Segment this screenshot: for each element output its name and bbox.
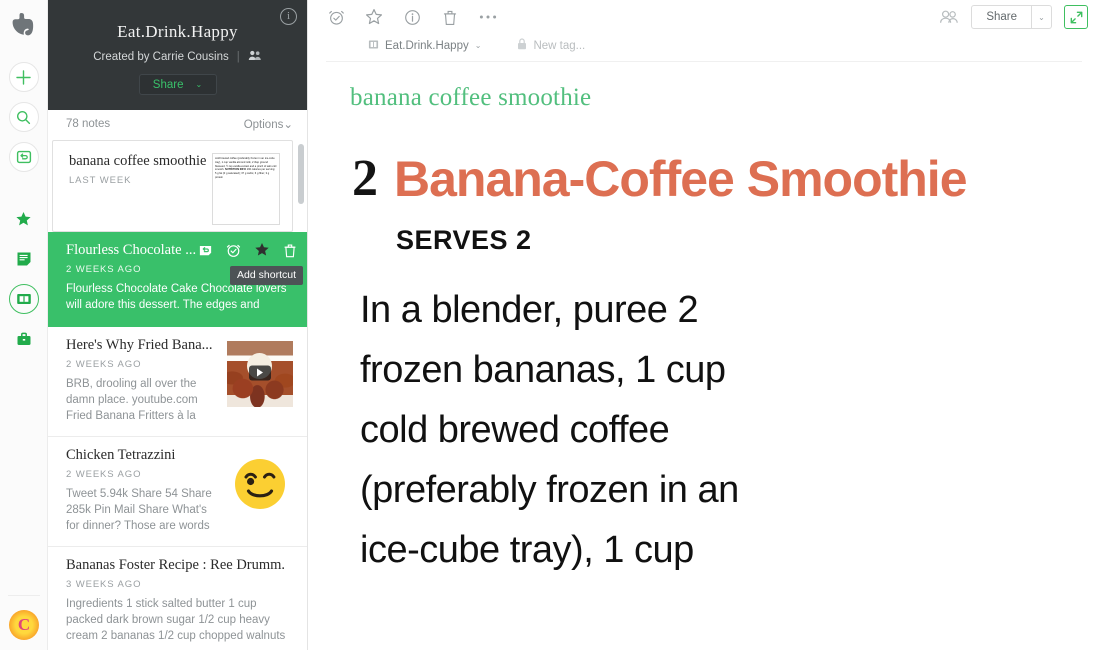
add-shortcut-tooltip: Add shortcut (230, 266, 303, 285)
note-thumbnail-scan: cold brewed coffee (preferably frozen in… (212, 153, 280, 225)
thumb-scan-bold: NUTRITION INFO (224, 168, 247, 172)
play-button-icon (249, 365, 271, 381)
notebook-created-by: Created by Carrie Cousins (93, 51, 229, 63)
note-meta-row: Eat.Drink.Happy ⌄ New tag... (326, 34, 1082, 62)
note-list-toolbar: 78 notes Options⌄ (48, 110, 307, 138)
subtitle-divider: | (236, 51, 240, 63)
recipe-serves: SERVES 2 (396, 225, 532, 255)
note-info-button[interactable] (402, 7, 422, 27)
briefcase-icon (17, 332, 30, 345)
trash-icon[interactable] (283, 243, 297, 258)
list-options-button[interactable]: Options⌄ (244, 117, 293, 131)
list-item[interactable]: Chicken Tetrazzini 2 WEEKS AGO Tweet 5.9… (48, 437, 307, 547)
notebook-subtitle: Created by Carrie Cousins | (48, 50, 307, 64)
avatar[interactable]: C (9, 610, 39, 640)
list-options-label: Options (243, 119, 284, 131)
chevron-down-icon: ⌄ (474, 41, 482, 50)
note-snippet: Ingredients 1 stick salted butter 1 cup … (66, 598, 286, 642)
more-options-button[interactable] (478, 7, 498, 27)
reminder-button[interactable] (326, 7, 346, 27)
share-icon[interactable] (198, 243, 213, 258)
scanned-recipe-image: 2 Banana-Coffee Smoothie SERVES 2 In a b… (308, 150, 1100, 580)
star-icon (16, 211, 31, 225)
tag-placeholder-label: New tag... (533, 39, 586, 52)
sidebar-item-shortcuts[interactable] (9, 204, 39, 234)
left-navigation-rail: C (0, 0, 48, 650)
note-date: 3 WEEKS AGO (66, 579, 142, 590)
people-icon[interactable] (248, 50, 262, 64)
food-photo (227, 341, 293, 407)
list-item-selected[interactable]: Flourless Chocolate ... 2 WEEKS AGO Flou… (48, 232, 307, 327)
note-editor-panel: Share ⌄ Eat.Drink.Happy ⌄ New tag... ban… (308, 0, 1100, 650)
note-snippet: Flourless Chocolate Cake Chocolate lover… (66, 283, 287, 311)
people-icon[interactable] (939, 7, 959, 27)
note-title: Bananas Foster Recipe : Ree Drumm. (66, 557, 286, 573)
recipe-headline: 2 Banana-Coffee Smoothie (352, 150, 1100, 207)
favorite-button[interactable] (364, 7, 384, 27)
add-tag-field[interactable]: New tag... (517, 38, 585, 53)
info-icon[interactable]: i (280, 8, 297, 25)
notebook-icon (16, 294, 31, 304)
list-item[interactable]: banana coffee smoothie LAST WEEK cold br… (52, 140, 293, 232)
plus-icon (16, 69, 31, 85)
search-button[interactable] (8, 102, 39, 132)
sidebar-item-work-chat[interactable] (9, 324, 39, 354)
notebook-title: Eat.Drink.Happy (117, 22, 238, 41)
search-icon (17, 110, 31, 124)
note-count-label: 78 notes (66, 118, 111, 130)
note-list[interactable]: banana coffee smoothie LAST WEEK cold br… (48, 138, 307, 650)
note-list-column: i Eat.Drink.Happy Created by Carrie Cous… (48, 0, 308, 650)
alarm-icon[interactable] (226, 243, 241, 258)
sync-button[interactable] (8, 142, 39, 172)
chevron-down-icon[interactable]: ⌄ (195, 80, 202, 89)
note-hover-actions (198, 242, 297, 258)
note-thumbnail-emoji (227, 451, 293, 517)
evernote-app-window: C i Eat.Drink.Happy Created by Carrie Co… (0, 0, 1100, 650)
list-item[interactable]: Bananas Foster Recipe : Ree Drumm. 3 WEE… (48, 547, 307, 650)
notebook-icon (368, 39, 379, 53)
star-filled-icon[interactable] (254, 242, 270, 258)
rail-divider (8, 595, 40, 596)
delete-button[interactable] (440, 7, 460, 27)
notebook-selector[interactable]: Eat.Drink.Happy ⌄ (368, 39, 481, 53)
recipe-body-text: In a blender, puree 2 frozen bananas, 1 … (360, 289, 739, 571)
chevron-down-icon: ⌄ (283, 119, 293, 131)
sidebar-item-notes[interactable] (9, 244, 39, 274)
expand-icon (1070, 11, 1082, 23)
share-button[interactable]: Share (972, 11, 1031, 23)
share-button-group: Share ⌄ (971, 5, 1052, 29)
winking-face-icon (227, 451, 293, 517)
note-icon (17, 252, 30, 266)
recipe-number: 2 (352, 150, 378, 207)
notebook-share-button[interactable]: Share ⌄ (138, 74, 217, 95)
share-dropdown-arrow[interactable]: ⌄ (1031, 6, 1051, 28)
note-toolbar: Share ⌄ (308, 0, 1100, 34)
thumbnail-scan-text: cold brewed coffee (preferably frozen in… (213, 154, 279, 183)
notebook-share-label: Share (152, 78, 184, 91)
note-title-heading[interactable]: banana coffee smoothie (308, 62, 1100, 112)
toolbar-right-group: Share ⌄ (939, 5, 1088, 29)
notebook-header: i Eat.Drink.Happy Created by Carrie Cous… (48, 0, 307, 110)
tag-icon (517, 38, 527, 53)
note-thumbnail-video (227, 341, 293, 407)
sync-icon (16, 150, 31, 164)
list-item[interactable]: Here's Why Fried Bana... 2 WEEKS AGO BRB… (48, 327, 307, 437)
recipe-title: Banana-Coffee Smoothie (394, 151, 968, 207)
new-note-button[interactable] (8, 62, 39, 92)
sidebar-item-notebooks[interactable] (8, 284, 39, 314)
evernote-elephant-logo (8, 8, 40, 40)
note-list-scrollbar[interactable] (298, 144, 304, 204)
expand-note-button[interactable] (1064, 5, 1088, 29)
notebook-name-label: Eat.Drink.Happy (385, 39, 469, 52)
